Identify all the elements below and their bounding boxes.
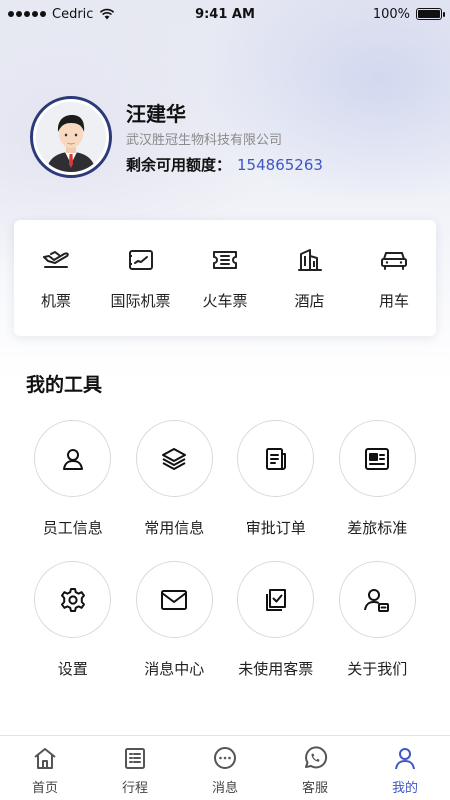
user-icon (62, 448, 83, 470)
chat-icon (211, 745, 239, 771)
tab-label: 首页 (31, 781, 58, 796)
train-ticket-icon (210, 246, 240, 274)
tool-circle (135, 561, 213, 638)
tool-circle (34, 561, 112, 638)
tab-home[interactable]: 首页 (0, 736, 90, 800)
credit-line: 剩余可用额度： 154865263 (126, 154, 323, 176)
service-label: 火车票 (202, 292, 248, 310)
tools-grid: 员工信息 常用信息 审批订单 差旅标准 设置 消息中心 未使用客票 关于我们 (22, 420, 428, 680)
service-label: 酒店 (294, 292, 325, 310)
wifi-icon (100, 8, 115, 20)
mail-icon (161, 589, 188, 610)
hotel-icon (295, 246, 325, 274)
tool-label: 消息中心 (144, 660, 205, 678)
tool-label: 关于我们 (347, 660, 408, 678)
tab-bar: 首页 行程 消息 客服 我的 (0, 735, 450, 800)
status-left: Cedric (8, 7, 158, 22)
gear-icon (60, 587, 85, 612)
tool-label: 差旅标准 (347, 519, 408, 537)
tool-circle (338, 561, 416, 638)
tool-label: 审批订单 (245, 519, 306, 537)
tool-travel-standard[interactable]: 差旅标准 (327, 420, 429, 539)
signal-icon (8, 11, 46, 17)
tool-unused-tickets[interactable]: 未使用客票 (225, 561, 327, 680)
tool-approval-orders[interactable]: 审批订单 (225, 420, 327, 539)
status-right: 100% (292, 6, 445, 22)
tool-label: 常用信息 (144, 519, 205, 537)
itinerary-icon (121, 745, 149, 771)
tool-label: 设置 (57, 660, 88, 678)
tab-label: 客服 (301, 781, 328, 796)
tab-label: 我的 (391, 781, 418, 796)
whatsapp-icon (301, 745, 329, 771)
tool-circle (237, 561, 315, 638)
home-icon (31, 745, 59, 771)
tab-label: 行程 (121, 781, 148, 796)
service-car[interactable]: 用车 (352, 220, 436, 336)
service-train[interactable]: 火车票 (183, 220, 267, 336)
service-card: 机票 国际机票 火车票 酒店 用车 (14, 220, 436, 336)
avatar[interactable] (30, 96, 112, 178)
tools-title: 我的工具 (26, 374, 103, 396)
service-label: 用车 (378, 292, 409, 310)
user-badge-icon (364, 588, 390, 612)
tab-messages[interactable]: 消息 (180, 736, 270, 800)
layers-icon (162, 447, 187, 470)
intl-ticket-icon (126, 246, 156, 274)
ticket-check-icon (265, 588, 286, 611)
service-intl-flight[interactable]: 国际机票 (99, 220, 183, 336)
battery-percent: 100% (372, 6, 410, 22)
carrier-name: Cedric (52, 6, 94, 22)
tool-message-center[interactable]: 消息中心 (124, 561, 226, 680)
tab-mine[interactable]: 我的 (360, 736, 450, 800)
tool-about-us[interactable]: 关于我们 (327, 561, 429, 680)
profile-section: 汪建华 武汉胜冠生物科技有限公司 剩余可用额度： 154865263 (30, 96, 323, 178)
tool-circle (338, 420, 416, 497)
tool-label: 未使用客票 (238, 660, 314, 678)
tool-circle (135, 420, 213, 497)
service-label: 机票 (40, 292, 71, 310)
tool-label: 员工信息 (42, 519, 103, 537)
user-name: 汪建华 (126, 102, 186, 126)
tab-customer-service[interactable]: 客服 (270, 736, 360, 800)
tab-itinerary[interactable]: 行程 (90, 736, 180, 800)
tab-label: 消息 (211, 781, 238, 796)
car-icon (379, 246, 409, 274)
tool-circle (237, 420, 315, 497)
profile-info: 汪建华 武汉胜冠生物科技有限公司 剩余可用额度： 154865263 (126, 96, 323, 178)
service-hotel[interactable]: 酒店 (268, 220, 352, 336)
tool-circle (34, 420, 112, 497)
document-icon (265, 447, 286, 470)
battery-icon (415, 8, 445, 20)
service-flight[interactable]: 机票 (14, 220, 98, 336)
credit-label: 剩余可用额度： (126, 156, 232, 174)
status-time: 9:41 AM (195, 6, 255, 22)
credit-value: 154865263 (237, 156, 323, 174)
status-bar: Cedric 9:41 AM 100% (0, 0, 450, 28)
profile-icon (391, 745, 419, 771)
tool-common-info[interactable]: 常用信息 (124, 420, 226, 539)
service-label: 国际机票 (110, 292, 171, 310)
avatar-portrait (36, 102, 106, 172)
plane-icon (41, 246, 71, 274)
id-card-icon (365, 447, 390, 470)
tool-employee-info[interactable]: 员工信息 (22, 420, 124, 539)
tool-settings[interactable]: 设置 (22, 561, 124, 680)
company-name: 武汉胜冠生物科技有限公司 (126, 133, 283, 148)
